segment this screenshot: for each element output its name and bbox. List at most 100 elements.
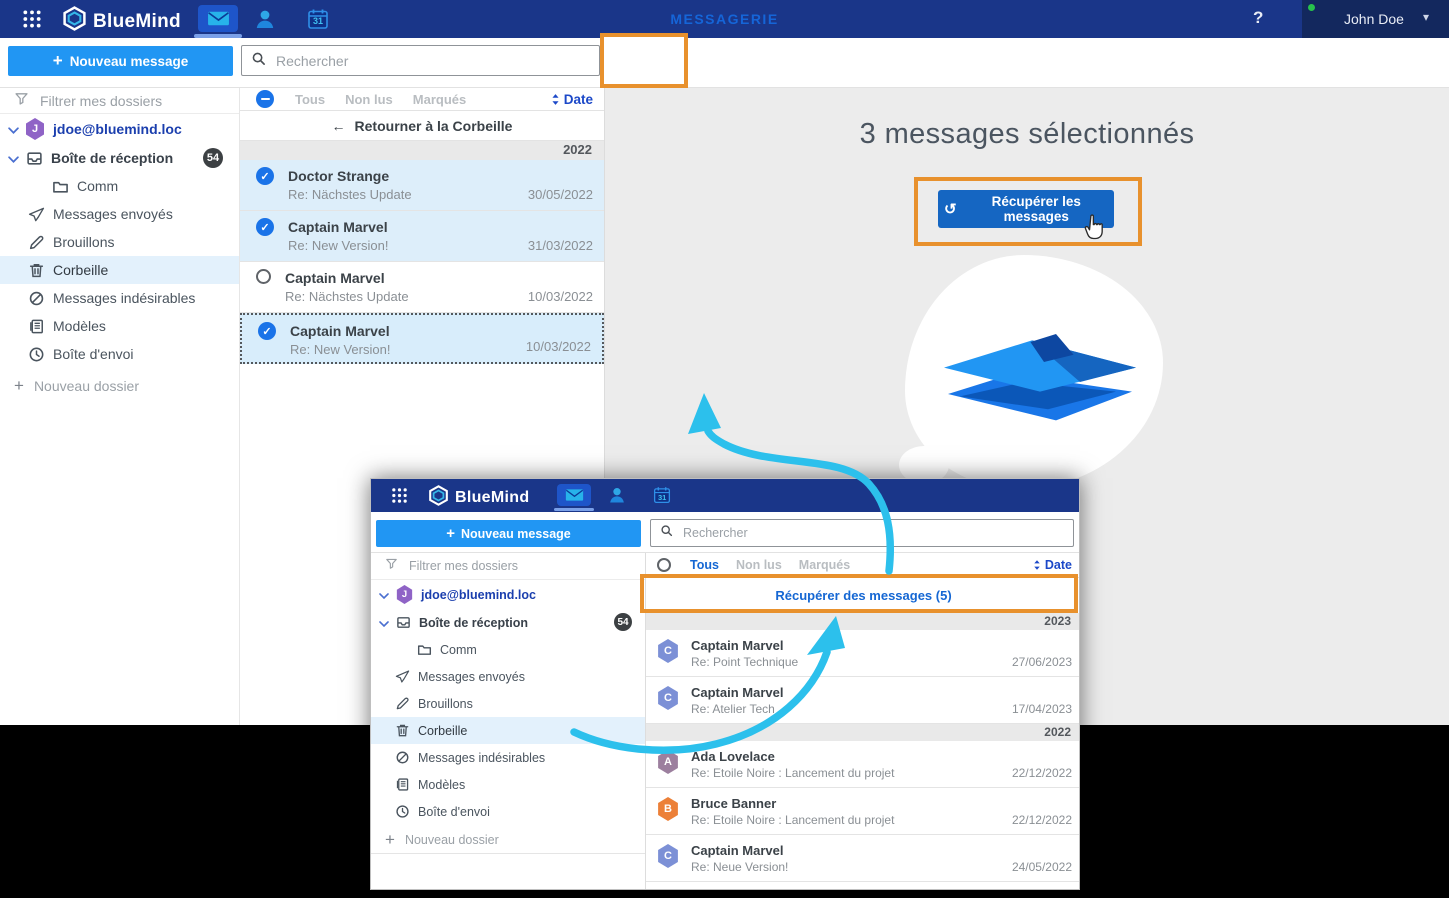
message-subject: Re: Atelier Tech — [691, 701, 783, 718]
message-row-partial[interactable] — [646, 882, 1080, 890]
checkbox-checked-icon[interactable]: ✓ — [256, 218, 274, 236]
message-date: 22/12/2022 — [1012, 813, 1072, 827]
message-subject: Re: Point Technique — [691, 654, 798, 671]
bluemind-logo-icon — [428, 485, 449, 511]
select-all-checkbox[interactable] — [256, 90, 274, 108]
sidebar-item-trash[interactable]: Corbeille — [0, 256, 239, 284]
message-row[interactable]: Captain Marvel Re: Nächstes Update 10/03… — [240, 262, 604, 313]
checkbox-empty-icon[interactable] — [256, 269, 271, 284]
sidebar-item-inbox[interactable]: Boîte de réception 54 — [0, 144, 239, 172]
message-sender: Doctor Strange — [288, 167, 412, 186]
message-row[interactable]: B Bruce Banner Re: Etoile Noire : Lancem… — [646, 788, 1080, 835]
apps-grid-icon[interactable] — [391, 487, 408, 509]
tab-all[interactable]: Tous — [295, 92, 325, 107]
folder-label: Boîte de réception — [51, 150, 173, 166]
sidebar-item-comm[interactable]: Comm — [0, 172, 239, 200]
help-button[interactable]: ? — [1253, 8, 1263, 28]
new-message-button[interactable]: + Nouveau message — [376, 520, 641, 547]
clock-icon — [395, 804, 410, 819]
sidebar-item-comm[interactable]: Comm — [371, 636, 645, 663]
search-input[interactable] — [274, 52, 590, 70]
sidebar-item-inbox[interactable]: Boîte de réception 54 — [371, 609, 645, 636]
message-row-focused[interactable]: ✓ Captain Marvel Re: New Version! 10/03/… — [240, 313, 604, 364]
filter-funnel-icon — [385, 557, 398, 575]
unread-badge: 54 — [203, 148, 223, 168]
folder-filter-input[interactable] — [38, 92, 208, 110]
message-sender: Captain Marvel — [691, 842, 788, 859]
sidebar-item-outbox[interactable]: Boîte d'envoi — [0, 340, 239, 368]
sort-arrows-icon — [551, 93, 560, 106]
message-row[interactable]: ✓ Doctor Strange Re: Nächstes Update 30/… — [240, 160, 604, 211]
folder-filter[interactable] — [0, 88, 239, 114]
inset-toolbar: + Nouveau message — [371, 512, 1079, 553]
new-message-label: Nouveau message — [461, 527, 571, 541]
folder-label: Comm — [440, 643, 477, 657]
message-subject: Re: New Version! — [290, 341, 390, 359]
sort-by-date[interactable]: Date — [551, 92, 593, 107]
message-row[interactable]: ✓ Captain Marvel Re: New Version! 31/03/… — [240, 211, 604, 262]
folder-filter[interactable] — [371, 553, 645, 580]
user-menu-caret-icon[interactable]: ▾ — [1423, 10, 1429, 24]
new-folder-button[interactable]: + Nouveau dossier — [0, 373, 239, 399]
sidebar-item-drafts[interactable]: Brouillons — [0, 228, 239, 256]
tab-all[interactable]: Tous — [690, 558, 719, 572]
folder-filter-input[interactable] — [407, 558, 557, 574]
sidebar-item-account[interactable]: J jdoe@bluemind.loc — [371, 580, 645, 609]
year-separator: 2022 — [646, 724, 1080, 741]
sidebar-item-templates[interactable]: Modèles — [0, 312, 239, 340]
highlight-box-retrieve-link — [640, 574, 1078, 613]
calendar-app-icon[interactable]: 31 — [653, 486, 671, 509]
search-box[interactable] — [241, 45, 600, 76]
block-icon — [28, 290, 45, 307]
new-folder-button[interactable]: + Nouveau dossier — [371, 828, 645, 851]
new-message-button[interactable]: + Nouveau message — [8, 46, 233, 76]
chevron-down-icon[interactable] — [8, 121, 19, 137]
paper-stack-illustration — [935, 318, 1145, 438]
back-to-trash-link[interactable]: ← Retourner à la Corbeille — [240, 111, 604, 141]
message-row[interactable]: A Ada Lovelace Re: Etoile Noire : Lancem… — [646, 741, 1080, 788]
tab-flagged[interactable]: Marqués — [413, 92, 466, 107]
folder-label: Brouillons — [53, 234, 114, 250]
message-subject: Re: Etoile Noire : Lancement du projet — [691, 812, 894, 829]
contacts-app-icon[interactable] — [607, 485, 627, 510]
sidebar-item-drafts[interactable]: Brouillons — [371, 690, 645, 717]
sort-by-date[interactable]: Date — [1033, 558, 1072, 572]
year-separator: 2023 — [646, 613, 1080, 630]
message-sender: Bruce Banner — [691, 795, 894, 812]
sender-avatar: C — [657, 844, 679, 868]
sidebar-item-trash[interactable]: Corbeille — [371, 717, 645, 744]
chevron-down-icon[interactable] — [8, 150, 19, 166]
sidebar-item-sent[interactable]: Messages envoyés — [371, 663, 645, 690]
sidebar-item-outbox[interactable]: Boîte d'envoi — [371, 798, 645, 825]
message-row[interactable]: C Captain Marvel Re: Point Technique 27/… — [646, 630, 1080, 677]
sidebar-item-junk[interactable]: Messages indésirables — [0, 284, 239, 312]
template-icon — [395, 777, 410, 792]
tab-flagged[interactable]: Marqués — [799, 558, 850, 572]
tab-unread[interactable]: Non lus — [345, 92, 393, 107]
search-box[interactable] — [650, 519, 1074, 547]
sidebar-item-junk[interactable]: Messages indésirables — [371, 744, 645, 771]
sidebar-item-templates[interactable]: Modèles — [371, 771, 645, 798]
tab-unread[interactable]: Non lus — [736, 558, 782, 572]
sidebar-item-sent[interactable]: Messages envoyés — [0, 200, 239, 228]
user-name[interactable]: John Doe — [1344, 11, 1404, 27]
message-sender: Captain Marvel — [285, 269, 409, 288]
list-header: Tous Non lus Marqués Date — [240, 88, 604, 111]
checkbox-checked-icon[interactable]: ✓ — [258, 322, 276, 340]
hand-cursor-icon — [1082, 214, 1107, 241]
new-folder-label: Nouveau dossier — [34, 378, 139, 394]
message-row[interactable]: C Captain Marvel Re: Atelier Tech 17/04/… — [646, 677, 1080, 724]
chevron-down-icon[interactable] — [379, 588, 390, 602]
chevron-down-icon[interactable] — [379, 616, 390, 630]
trash-icon — [28, 262, 45, 279]
plus-icon: + — [14, 376, 24, 396]
sidebar-item-account[interactable]: J jdoe@bluemind.loc — [0, 114, 239, 144]
search-input[interactable] — [681, 525, 1064, 541]
sender-avatar: A — [657, 750, 679, 774]
checkbox-checked-icon[interactable]: ✓ — [256, 167, 274, 185]
mail-app-tab[interactable] — [557, 484, 591, 506]
message-row[interactable]: C Captain Marvel Re: Neue Version! 24/05… — [646, 835, 1080, 882]
folder-label: Boîte de réception — [419, 616, 528, 630]
user-avatar[interactable] — [1287, 5, 1314, 33]
select-all-checkbox[interactable] — [657, 558, 671, 572]
